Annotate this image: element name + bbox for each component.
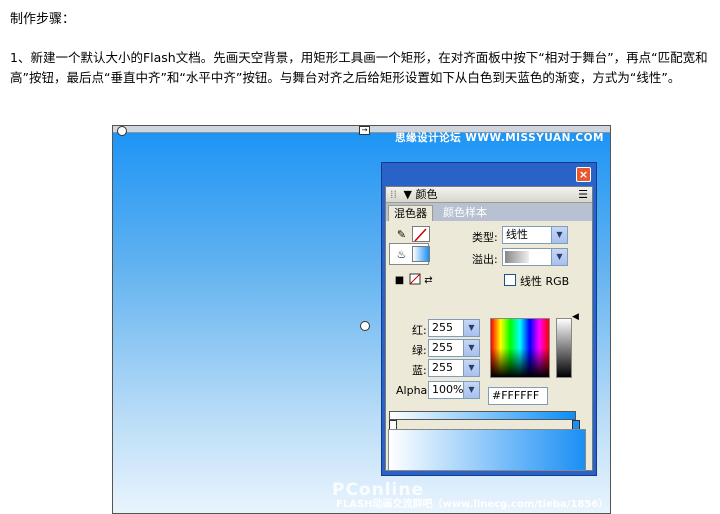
chevron-down-icon[interactable]: ▼: [463, 320, 479, 336]
tab-swatches[interactable]: 颜色样本: [438, 205, 492, 221]
chevron-down-icon[interactable]: ▼: [463, 360, 479, 376]
blue-value: 255: [432, 361, 453, 374]
type-select[interactable]: 线性 ▼: [502, 226, 568, 244]
alpha-value: 100%: [432, 383, 464, 396]
watermark-bottom: FLASH动画交流群吧（www.linecg.com/tieba/1856）: [336, 499, 609, 510]
no-color-icon[interactable]: [407, 273, 422, 288]
overflow-label: 溢出:: [472, 253, 498, 266]
color-panel-window: × ⁞⁞ ▼ 颜色 ☰ 混色器 颜色样本 ✎ ♨ ■ ⇄ 类型: 线性 ▼ 溢出…: [381, 162, 597, 476]
swap-colors-icon[interactable]: ⇄: [421, 273, 436, 288]
overflow-preview: [505, 251, 529, 263]
red-field[interactable]: 255 ▼: [428, 319, 480, 337]
pencil-icon[interactable]: ✎: [394, 227, 409, 242]
blue-field[interactable]: 255 ▼: [428, 359, 480, 377]
color-panel: ⁞⁞ ▼ 颜色 ☰ 混色器 颜色样本 ✎ ♨ ■ ⇄ 类型: 线性 ▼ 溢出: …: [385, 186, 593, 471]
panel-menu-icon[interactable]: ☰: [578, 187, 588, 202]
brightness-slider[interactable]: [556, 318, 572, 378]
stroke-color-swatch[interactable]: [412, 226, 430, 242]
chevron-down-icon[interactable]: ▼: [551, 227, 567, 243]
color-spectrum[interactable]: [490, 318, 550, 378]
panel-header[interactable]: ⁞⁞ ▼ 颜色 ☰: [386, 187, 592, 203]
green-field[interactable]: 255 ▼: [428, 339, 480, 357]
tab-mixer[interactable]: 混色器: [388, 205, 433, 221]
brightness-arrow-icon[interactable]: ◀: [572, 312, 579, 322]
stroke-color-icon: [414, 228, 427, 242]
chevron-down-icon[interactable]: ▼: [551, 249, 567, 265]
chevron-down-icon[interactable]: ▼: [463, 340, 479, 356]
blue-label: 蓝:: [412, 364, 427, 377]
gradient-preview: [388, 429, 586, 471]
gradient-bar[interactable]: [389, 411, 576, 420]
article-paragraph: 1、新建一个默认大小的Flash文档。先画天空背景，用矩形工具画一个矩形，在对齐…: [10, 50, 708, 85]
green-value: 255: [432, 341, 453, 354]
chevron-down-icon[interactable]: ▼: [463, 382, 479, 398]
stage-middle-handle[interactable]: [360, 321, 370, 331]
watermark-top: 思缘设计论坛 WWW.MISSYUAN.COM: [395, 132, 604, 144]
close-icon[interactable]: ×: [576, 167, 591, 182]
alpha-field[interactable]: 100% ▼: [428, 381, 480, 399]
default-colors-icon[interactable]: ■: [392, 273, 407, 288]
stage-corner-handle[interactable]: [117, 126, 127, 136]
type-label: 类型:: [472, 231, 498, 244]
type-select-value: 线性: [506, 228, 528, 241]
overflow-select[interactable]: ▼: [502, 248, 568, 266]
article-heading: 制作步骤：: [10, 12, 76, 27]
fill-color-icon: [413, 248, 429, 262]
linear-rgb-checkbox[interactable]: [504, 274, 516, 286]
panel-tabs: 混色器 颜色样本: [386, 203, 592, 221]
panel-grip[interactable]: ⁞⁞: [390, 188, 397, 201]
panel-title[interactable]: ▼ 颜色: [404, 188, 438, 201]
bucket-icon[interactable]: ♨: [394, 247, 409, 262]
green-label: 绿:: [412, 344, 427, 357]
linear-rgb-label: 线性 RGB: [520, 275, 570, 288]
stage-top-handle[interactable]: →: [359, 126, 370, 135]
alpha-label: Alpha:: [396, 384, 431, 397]
hex-input[interactable]: #FFFFFF: [488, 387, 548, 405]
red-label: 红:: [412, 324, 427, 337]
flash-stage: → 思缘设计论坛 WWW.MISSYUAN.COM × ⁞⁞ ▼ 颜色 ☰ 混色…: [112, 125, 611, 514]
fill-color-swatch[interactable]: [412, 246, 430, 262]
no-color-glyph: [409, 273, 420, 285]
red-value: 255: [432, 321, 453, 334]
